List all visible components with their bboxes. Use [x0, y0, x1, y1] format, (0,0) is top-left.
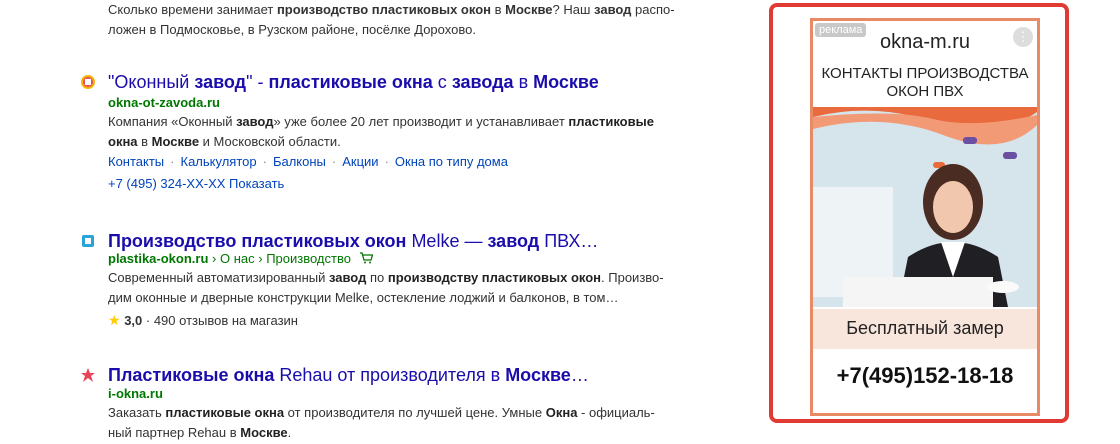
plastika-okon-favicon-icon	[82, 235, 94, 247]
sitelink-balconies[interactable]: Балконы	[273, 154, 326, 169]
i-okna-favicon-icon	[81, 368, 95, 382]
result-title-link[interactable]: "Оконный завод" - пластиковые окна с зав…	[108, 70, 599, 94]
result-snippet: Заказать пластиковые окна от производите…	[108, 405, 655, 440]
ad-phone-number[interactable]: +7(495)152-18-18	[813, 363, 1037, 389]
result-url-link[interactable]: okna-ot-zavoda.ru	[108, 94, 220, 112]
star-icon: ★	[108, 312, 121, 328]
ad-headline: КОНТАКТЫ ПРОИЗВОДСТВА ОКОН ПВХ	[821, 65, 1029, 100]
result-url-link[interactable]: plastika-okon.ru › О нас › Производство	[108, 250, 373, 268]
result-title-link[interactable]: Пластиковые окна Rehau от производителя …	[108, 363, 589, 387]
more-options-icon[interactable]: ⋮	[1013, 27, 1033, 47]
result-url-link[interactable]: i-okna.ru	[108, 385, 163, 403]
free-measurement-label: Бесплатный замер	[813, 309, 1037, 349]
sitelink-promotions[interactable]: Акции	[342, 154, 378, 169]
okna-ot-zavoda-favicon-icon	[81, 75, 95, 89]
previous-snippet: Сколько времени занимает производство пл…	[108, 2, 675, 37]
sitelink-contacts[interactable]: Контакты	[108, 154, 164, 169]
cart-icon	[359, 252, 373, 264]
sitelink-house-type[interactable]: Окна по типу дома	[395, 154, 508, 169]
ad-highlight-frame: реклама okna-m.ru ⋮ КОНТАКТЫ ПРОИЗВОДСТВ…	[769, 3, 1069, 423]
sitelink-calculator[interactable]: Калькулятор	[181, 154, 257, 169]
ad-banner[interactable]: реклама okna-m.ru ⋮ КОНТАКТЫ ПРОИЗВОДСТВ…	[810, 18, 1040, 416]
ad-domain: okna-m.ru	[879, 31, 971, 53]
show-phone-link[interactable]: +7 (495) 324-XX-XX Показать	[108, 174, 284, 194]
store-rating: ★ 3,0 · 490 отзывов на магазин	[108, 312, 298, 328]
result-snippet: Компания «Оконный завод» уже более 20 ле…	[108, 114, 654, 149]
result-snippet: Современный автоматизированный завод по …	[108, 270, 664, 305]
sitelinks: Контакты · Калькулятор · Балконы · Акции · Окна …	[108, 154, 508, 169]
ad-photo	[813, 107, 1037, 307]
